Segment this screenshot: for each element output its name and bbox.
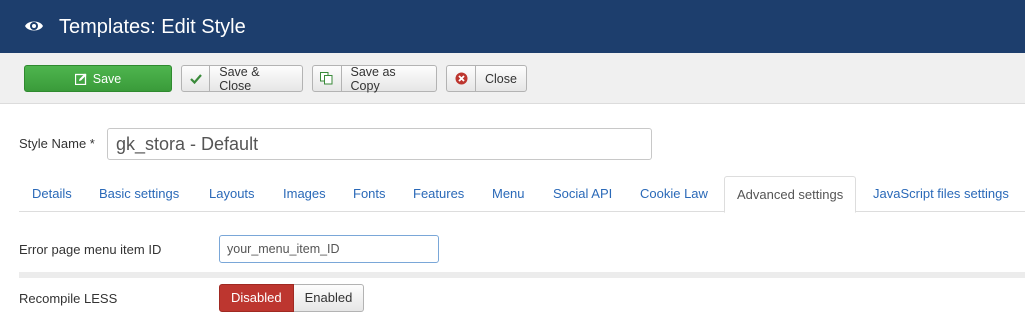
save-copy-button[interactable]: Save as Copy (312, 64, 437, 93)
save-close-label: Save & Close (219, 64, 260, 93)
tab-layouts[interactable]: Layouts (209, 176, 255, 212)
eye-icon (25, 21, 43, 31)
section-divider (19, 272, 1025, 278)
tab-fonts[interactable]: Fonts (353, 176, 386, 212)
page-header: Templates: Edit Style (0, 0, 1025, 53)
save-label: Save (92, 71, 122, 86)
save-close-button[interactable]: Save & Close (181, 64, 303, 93)
check-icon (182, 66, 211, 91)
recompile-less-toggle: Disabled Enabled (219, 284, 365, 312)
error-menu-input[interactable]: your_menu_item_ID (219, 235, 439, 263)
tab-menu[interactable]: Menu (492, 176, 525, 212)
tab-cookie-law[interactable]: Cookie Law (640, 176, 708, 212)
page-title: Templates: Edit Style (59, 16, 246, 38)
tab-bar: Details Basic settings Layouts Images Fo… (19, 176, 1025, 213)
tab-images[interactable]: Images (283, 176, 326, 212)
recompile-disabled-option[interactable]: Disabled (219, 284, 294, 312)
tab-features[interactable]: Features (413, 176, 464, 212)
tab-details[interactable]: Details (32, 176, 72, 212)
save-copy-label: Save as Copy (350, 64, 396, 93)
recompile-enabled-option[interactable]: Enabled (293, 284, 365, 312)
tab-basic-settings[interactable]: Basic settings (99, 176, 179, 212)
edit-icon (74, 73, 87, 85)
tab-advanced-settings[interactable]: Advanced settings (724, 176, 857, 213)
copy-icon (313, 66, 342, 91)
toolbar: Save Save & Close Save as Copy Close (0, 53, 1025, 104)
style-name-label: Style Name * (19, 136, 95, 151)
tab-javascript-files-settings[interactable]: JavaScript files settings (873, 176, 1009, 212)
error-menu-label: Error page menu item ID (19, 242, 162, 257)
close-label: Close (485, 71, 517, 86)
style-name-input[interactable]: gk_stora - Default (107, 128, 652, 160)
tab-social-api[interactable]: Social API (553, 176, 612, 212)
recompile-less-label: Recompile LESS (19, 291, 118, 306)
close-button[interactable]: Close (446, 65, 527, 92)
close-icon (447, 66, 476, 91)
save-button[interactable]: Save (24, 65, 172, 92)
